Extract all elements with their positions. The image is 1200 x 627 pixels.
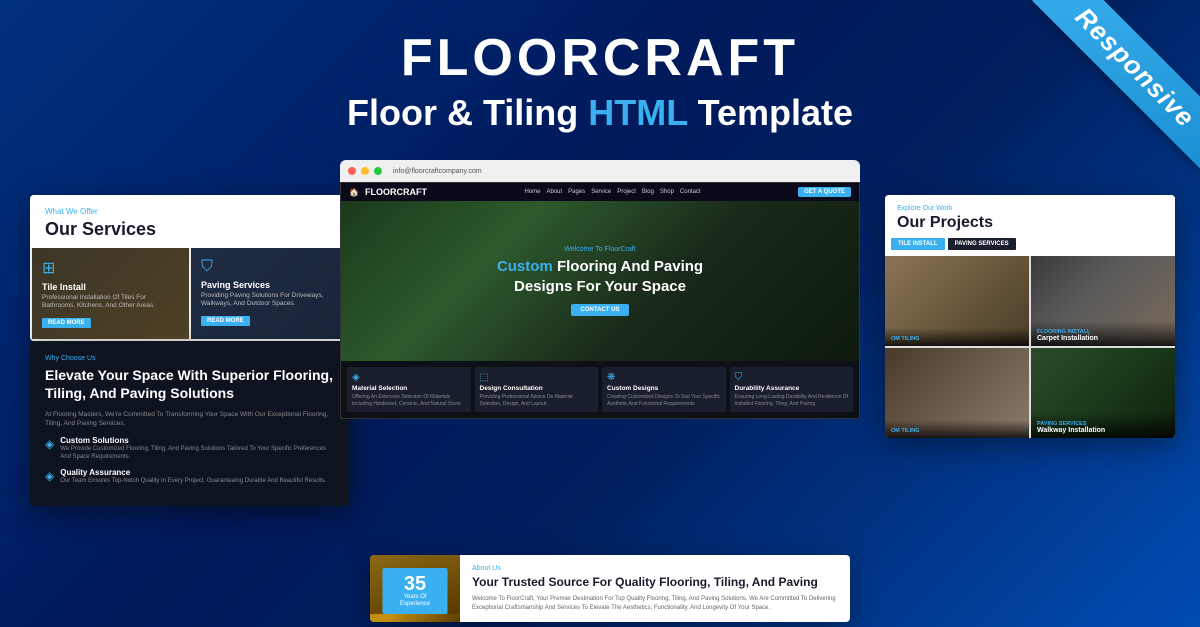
why-item-2-text: Our Team Ensures Top-Notch Quality In Ev… — [60, 478, 326, 486]
project-name-2: Carpet Installation — [1037, 335, 1169, 342]
why-card: Why Choose Us Elevate Your Space With Su… — [30, 341, 350, 506]
feature-3: ❋ Custom Designs Creating Customized Des… — [602, 367, 726, 412]
service-item-tile[interactable]: ⊞ Tile Install Professional Installation… — [32, 248, 189, 339]
about-title: Your Trusted Source For Quality Flooring… — [472, 575, 838, 591]
why-item-2-title: Quality Assurance — [60, 468, 326, 477]
mini-hero-cta[interactable]: CONTACT US — [571, 304, 630, 316]
about-desc: Welcome To FloorCraft, Your Premier Dest… — [472, 595, 838, 612]
paving-btn[interactable]: READ MORE — [201, 316, 250, 326]
about-tag: About Us — [472, 565, 838, 572]
tile-desc: Professional Installation Of Tiles For B… — [42, 294, 179, 311]
feature-2: ⬚ Design Consultation Providing Professi… — [475, 367, 599, 412]
services-grid: ⊞ Tile Install Professional Installation… — [30, 248, 350, 341]
feature-2-icon: ⬚ — [480, 372, 594, 383]
project-item-4[interactable]: PAVING SERVICES Walkway Installation — [1031, 348, 1175, 438]
tagline-part2: Template — [698, 92, 853, 133]
paving-name: Paving Services — [201, 280, 338, 290]
services-title: Our Services — [45, 219, 335, 240]
mini-nav-cta[interactable]: GET A QUOTE — [798, 187, 851, 197]
about-content: About Us Your Trusted Source For Quality… — [460, 555, 850, 622]
browser-url: info@floorcraftcompany.com — [393, 168, 482, 175]
projects-tabs: TILE INSTALL PAVING SERVICES — [885, 238, 1175, 256]
project-item-3[interactable]: om Tiling — [885, 348, 1029, 438]
mini-hero-title: Custom Flooring And Paving Designs For Y… — [497, 257, 703, 296]
about-image: 35 Years Of Experience — [370, 555, 460, 622]
years-number: 35 — [391, 574, 440, 594]
right-panel: Explore Our Work Our Projects TILE INSTA… — [885, 195, 1175, 438]
mini-hero: Welcome To FloorCraft Custom Flooring An… — [341, 201, 859, 361]
tile-btn[interactable]: READ MORE — [42, 318, 91, 328]
mini-features: ◈ Material Selection Offering An Extensi… — [341, 361, 859, 418]
browser-dot-yellow — [361, 167, 369, 175]
browser-dot-red — [348, 167, 356, 175]
feature-4-icon: ⛉ — [735, 372, 849, 383]
project-name-4: Walkway Installation — [1037, 427, 1169, 434]
tagline-html: HTML — [588, 92, 687, 133]
tagline-part1: Floor & Tiling — [347, 92, 578, 133]
project-overlay-3: om Tiling — [885, 420, 1029, 438]
tile-icon: ⊞ — [42, 258, 179, 278]
tab-paving-services[interactable]: PAVING SERVICES — [948, 238, 1016, 250]
why-item-1: ◈ Custom Solutions We Provide Customized… — [45, 436, 335, 462]
tab-tile-install[interactable]: TILE INSTALL — [891, 238, 945, 250]
why-title: Elevate Your Space With Superior Floorin… — [45, 366, 335, 402]
project-overlay-2: FLOORING INSTALL Carpet Installation — [1031, 321, 1175, 346]
responsive-ribbon: Responsive — [980, 0, 1200, 220]
tile-name: Tile Install — [42, 282, 179, 292]
projects-grid: om Tiling FLOORING INSTALL Carpet Instal… — [885, 256, 1175, 438]
browser-bar: info@floorcraftcompany.com — [340, 160, 860, 182]
services-tag: What We Offer — [45, 207, 335, 216]
mini-hero-tag: Welcome To FloorCraft — [497, 246, 703, 253]
why-icon-1: ◈ — [45, 437, 54, 451]
why-item-1-text: We Provide Customized Flooring, Tiling, … — [60, 446, 335, 462]
feature-3-text: Creating Customized Designs To Suit Your… — [607, 394, 721, 407]
why-item-1-title: Custom Solutions — [60, 436, 335, 445]
paving-icon: ⛉ — [201, 258, 338, 276]
feature-1-icon: ◈ — [352, 372, 466, 383]
mini-nav-logo: FLOORCRAFT — [365, 187, 427, 197]
mini-hero-content: Welcome To FloorCraft Custom Flooring An… — [497, 246, 703, 316]
mid-bottom-section: 35 Years Of Experience About Us Your Tru… — [370, 555, 850, 622]
feature-1-text: Offering An Extensive Selection Of Mater… — [352, 394, 466, 407]
browser-mockup: info@floorcraftcompany.com 🏠 FLOORCRAFT … — [340, 160, 860, 419]
paving-desc: Providing Paving Solutions For Driveways… — [201, 292, 338, 309]
services-header: What We Offer Our Services — [30, 195, 350, 248]
mini-nav: 🏠 FLOORCRAFT Home About Pages Service Pr… — [341, 183, 859, 201]
feature-1: ◈ Material Selection Offering An Extensi… — [347, 367, 471, 412]
service-item-paving[interactable]: ⛉ Paving Services Providing Paving Solut… — [191, 248, 348, 339]
project-overlay-1: om Tiling — [885, 328, 1029, 346]
feature-2-title: Design Consultation — [480, 385, 594, 392]
why-desc: At Flooring Masters, We're Committed To … — [45, 410, 335, 428]
feature-3-title: Custom Designs — [607, 385, 721, 392]
years-badge: 35 Years Of Experience — [383, 568, 448, 614]
services-card: What We Offer Our Services ⊞ Tile Instal… — [30, 195, 350, 341]
browser-screen: 🏠 FLOORCRAFT Home About Pages Service Pr… — [340, 182, 860, 419]
why-item-2: ◈ Quality Assurance Our Team Ensures Top… — [45, 468, 335, 486]
feature-3-icon: ❋ — [607, 372, 721, 383]
project-cat-3: om Tiling — [891, 428, 1023, 434]
feature-4-text: Ensuring Long-Lasting Durability And Res… — [735, 394, 849, 407]
project-overlay-4: PAVING SERVICES Walkway Installation — [1031, 413, 1175, 438]
feature-1-title: Material Selection — [352, 385, 466, 392]
feature-4: ⛉ Durability Assurance Ensuring Long-Las… — [730, 367, 854, 412]
project-item-1[interactable]: om Tiling — [885, 256, 1029, 346]
feature-4-title: Durability Assurance — [735, 385, 849, 392]
why-tag: Why Choose Us — [45, 355, 335, 362]
projects-card: Explore Our Work Our Projects TILE INSTA… — [885, 195, 1175, 438]
project-item-2[interactable]: FLOORING INSTALL Carpet Installation — [1031, 256, 1175, 346]
project-cat-1: om Tiling — [891, 336, 1023, 342]
why-icon-2: ◈ — [45, 469, 54, 483]
ribbon-label: Responsive — [1032, 0, 1200, 170]
browser-dot-green — [374, 167, 382, 175]
feature-2-text: Providing Professional Advice On Materia… — [480, 394, 594, 407]
left-panel: What We Offer Our Services ⊞ Tile Instal… — [30, 195, 350, 506]
mini-nav-links: Home About Pages Service Project Blog Sh… — [524, 189, 700, 195]
years-label: Years Of Experience — [391, 594, 440, 608]
about-card: 35 Years Of Experience About Us Your Tru… — [370, 555, 850, 622]
